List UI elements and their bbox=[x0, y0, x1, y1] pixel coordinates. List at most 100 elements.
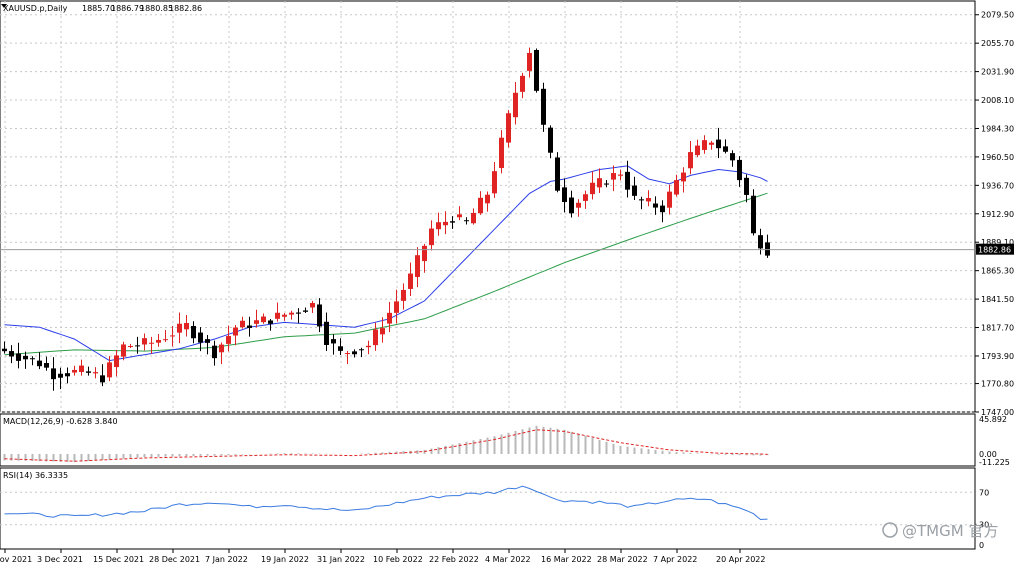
candle-body bbox=[569, 197, 574, 214]
candle-body bbox=[576, 202, 581, 208]
candle-body bbox=[100, 375, 105, 383]
candle-body bbox=[555, 157, 560, 191]
candle-body bbox=[464, 220, 469, 222]
candle-body bbox=[289, 312, 294, 315]
candle-body bbox=[93, 372, 98, 374]
candlestick bbox=[555, 152, 560, 193]
price-axis-label: 1960.50 bbox=[981, 153, 1014, 162]
candle-body bbox=[149, 342, 154, 344]
candle-body bbox=[632, 185, 637, 196]
candle-body bbox=[16, 353, 21, 361]
candle-body bbox=[688, 152, 693, 169]
rsi-title: RSI(14) 36.3335 bbox=[3, 471, 68, 480]
candle-body bbox=[751, 195, 756, 234]
candle-body bbox=[114, 355, 119, 367]
candle-body bbox=[499, 137, 504, 168]
candle-body bbox=[72, 369, 77, 373]
candle-body bbox=[709, 142, 714, 145]
price-axis-label: 1770.80 bbox=[981, 380, 1014, 389]
candle-body bbox=[758, 235, 763, 249]
time-axis-label: 23 Nov 2021 bbox=[0, 555, 32, 564]
time-axis-label: 22 Feb 2022 bbox=[429, 555, 479, 564]
candlestick bbox=[534, 48, 539, 93]
candle-body bbox=[681, 172, 686, 182]
macd-title: MACD(12,26,9) -0.628 3.840 bbox=[3, 417, 118, 426]
chart-ohlc-close: 1882.86 bbox=[169, 4, 202, 13]
time-axis-label: 7 Jan 2022 bbox=[205, 555, 248, 564]
candle-body bbox=[373, 329, 378, 346]
candle-body bbox=[667, 191, 672, 208]
chart-canvas: 2079.50 2055.70 2031.90 2008.10 1984.30 1960.… bbox=[0, 0, 1014, 564]
candle-body bbox=[380, 328, 385, 335]
candle-body bbox=[527, 52, 532, 71]
macd-pane: 45.8920.00-11.225 MACD(12,26,9) -0.628 3… bbox=[0, 413, 1010, 467]
time-axis-label: 15 Dec 2021 bbox=[93, 555, 144, 564]
candlestick bbox=[506, 110, 511, 148]
candlestick bbox=[751, 189, 756, 236]
rsi-axis: 70300 bbox=[979, 488, 989, 550]
candle-body bbox=[513, 92, 518, 118]
candle-body bbox=[674, 180, 679, 195]
price-axis-label: 1841.50 bbox=[981, 295, 1014, 304]
chart-title: XAUUSD.p,Daily bbox=[3, 4, 68, 13]
candle-body bbox=[198, 332, 203, 343]
price-pane: 2079.50 2055.70 2031.90 2008.10 1984.30 1960.… bbox=[0, 0, 1014, 417]
candle-body bbox=[506, 113, 511, 143]
candle-body bbox=[254, 320, 259, 324]
candle-body bbox=[352, 351, 357, 355]
price-axis-label: 1817.70 bbox=[981, 324, 1014, 333]
candle-body bbox=[310, 302, 315, 308]
candle-body bbox=[58, 373, 63, 378]
candle-body bbox=[261, 316, 266, 323]
price-axis-label: 1936.70 bbox=[981, 181, 1014, 190]
time-axis-label: 28 Mar 2022 bbox=[597, 555, 648, 564]
price-axis-label: 2055.70 bbox=[981, 39, 1014, 48]
candle-body bbox=[730, 153, 735, 161]
candle-body bbox=[583, 194, 588, 201]
candle-body bbox=[128, 345, 133, 347]
candle-body bbox=[492, 171, 497, 194]
rsi-axis-label: 0 bbox=[979, 541, 984, 550]
time-axis: 23 Nov 2021 3 Dec 2021 15 Dec 2021 28 Dec 2… bbox=[0, 549, 765, 564]
candle-body bbox=[443, 221, 448, 226]
candle-body bbox=[30, 358, 35, 360]
macd-axis-label: 45.892 bbox=[979, 415, 1007, 424]
candle-body bbox=[79, 365, 84, 372]
candle-body bbox=[702, 140, 707, 150]
candle-body bbox=[170, 335, 175, 337]
candle-body bbox=[716, 139, 721, 149]
candle-body bbox=[485, 194, 490, 204]
price-axis-label: 2008.10 bbox=[981, 96, 1014, 105]
price-axis-label: 2031.90 bbox=[981, 68, 1014, 77]
candle-body bbox=[156, 339, 161, 343]
candle-body bbox=[135, 345, 140, 347]
rsi-axis-label: 70 bbox=[979, 488, 989, 497]
candle-body bbox=[723, 146, 728, 152]
candle-body bbox=[247, 325, 252, 328]
macd-axis: 45.8920.00-11.225 bbox=[979, 415, 1010, 467]
candle-body bbox=[359, 349, 364, 351]
price-axis: 2079.50 2055.70 2031.90 2008.10 1984.30 1960.… bbox=[975, 11, 1014, 417]
candle-body bbox=[590, 182, 595, 195]
watermark-text: @TMGM 官方 bbox=[902, 522, 998, 540]
candle-body bbox=[387, 312, 392, 324]
candle-body bbox=[611, 173, 616, 180]
candle-body bbox=[394, 301, 399, 313]
candle-body bbox=[415, 255, 420, 277]
candle-body bbox=[331, 339, 336, 344]
candle-body bbox=[121, 344, 126, 357]
candle-body bbox=[282, 314, 287, 317]
candle-body bbox=[23, 355, 28, 360]
time-axis-label: 28 Dec 2021 bbox=[149, 555, 200, 564]
candle-body bbox=[541, 88, 546, 125]
candle-body bbox=[303, 310, 308, 312]
price-axis-label: 1793.90 bbox=[981, 352, 1014, 361]
rsi-pane-frame bbox=[0, 467, 976, 550]
candle-body bbox=[233, 327, 238, 336]
candle-body bbox=[471, 212, 476, 224]
time-axis-label: 7 Apr 2022 bbox=[653, 555, 697, 564]
candle-body bbox=[184, 323, 189, 330]
time-axis-label: 31 Jan 2022 bbox=[317, 555, 365, 564]
candle-body bbox=[604, 183, 609, 185]
candle-body bbox=[366, 345, 371, 348]
